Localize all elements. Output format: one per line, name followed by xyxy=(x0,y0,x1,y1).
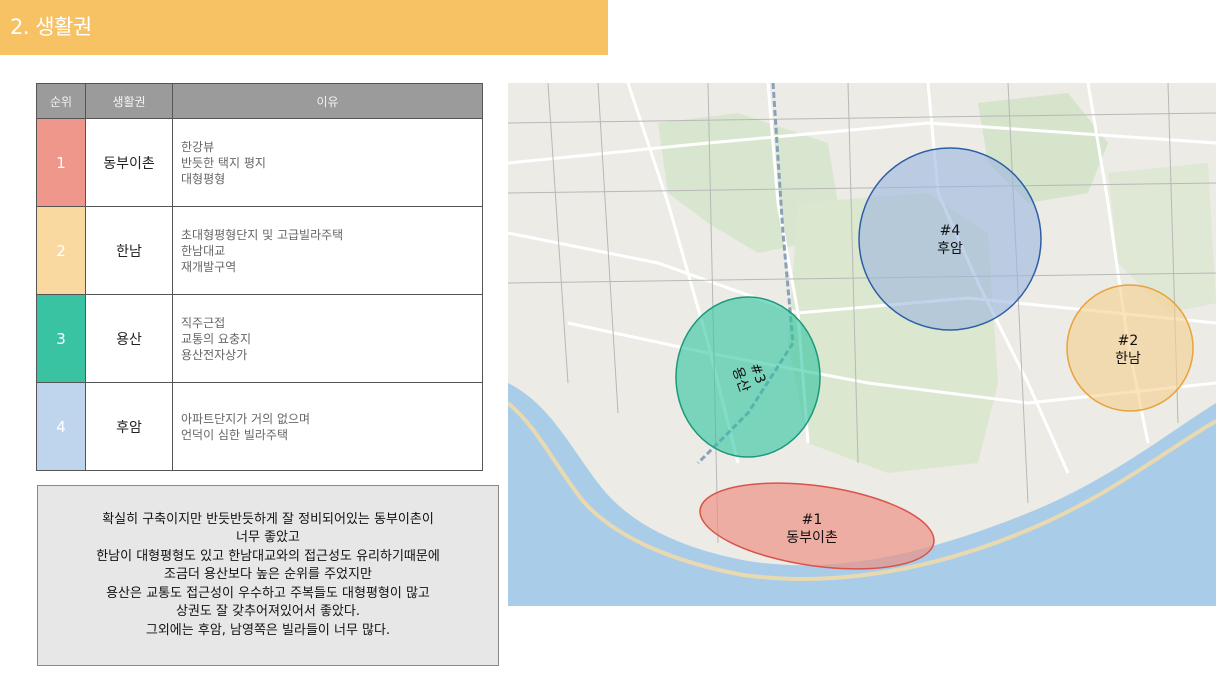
header-rank: 순위 xyxy=(36,83,86,119)
header-area: 생활권 xyxy=(85,83,173,119)
area-map[interactable]: #1 동부이촌 #2 한남 #3 용산 #4 후암 xyxy=(508,83,1216,606)
reason-cell: 초대형평형단지 및 고급빌라주택 한남대교 재개발구역 xyxy=(172,206,483,295)
table-row: 1 동부이촌 한강뷰 반듯한 택지 평지 대형평형 xyxy=(36,118,483,207)
rank-cell: 3 xyxy=(36,294,86,383)
note-line: 조금더 용산보다 높은 순위를 주었지만 xyxy=(164,567,372,583)
reason-line: 한강뷰 xyxy=(181,139,215,154)
zone-2-number: #2 xyxy=(1118,333,1139,349)
reason-line: 아파트단지가 거의 없으며 xyxy=(181,411,311,426)
zone-1-number: #1 xyxy=(802,512,823,528)
zone-4-number: #4 xyxy=(940,223,961,239)
note-line: 상권도 잘 갖추어져있어서 좋았다. xyxy=(176,604,360,620)
area-cell: 후암 xyxy=(85,382,173,471)
reason-line: 대형평형 xyxy=(181,171,226,186)
area-cell: 동부이촌 xyxy=(85,118,173,207)
header-reason: 이유 xyxy=(172,83,483,119)
area-cell: 한남 xyxy=(85,206,173,295)
table-row: 4 후암 아파트단지가 거의 없으며 언덕이 심한 빌라주택 xyxy=(36,382,483,471)
zone-4[interactable]: #4 후암 xyxy=(858,147,1042,331)
rank-cell: 2 xyxy=(36,206,86,295)
reason-cell: 한강뷰 반듯한 택지 평지 대형평형 xyxy=(172,118,483,207)
map-canvas: #1 동부이촌 #2 한남 #3 용산 #4 후암 xyxy=(508,83,1216,606)
table-header-row: 순위 생활권 이유 xyxy=(36,83,483,119)
area-cell: 용산 xyxy=(85,294,173,383)
zone-4-name: 후암 xyxy=(937,241,963,257)
reason-line: 직주근접 xyxy=(181,315,226,330)
reason-line: 언덕이 심한 빌라주택 xyxy=(181,427,288,442)
ranking-table: 순위 생활권 이유 1 동부이촌 한강뷰 반듯한 택지 평지 대형평형 2 한남… xyxy=(36,83,483,471)
rank-cell: 4 xyxy=(36,382,86,471)
note-line: 용산은 교통도 접근성이 우수하고 주복들도 대형평형이 많고 xyxy=(106,585,430,601)
zone-1-name: 동부이촌 xyxy=(786,530,838,546)
reason-line: 용산전자상가 xyxy=(181,347,248,362)
note-line: 그외에는 후암, 남영쪽은 빌라들이 너무 많다. xyxy=(145,622,391,638)
page-title: 2. 생활권 xyxy=(0,0,608,55)
reason-line: 반듯한 택지 평지 xyxy=(181,155,266,170)
reason-line: 초대형평형단지 및 고급빌라주택 xyxy=(181,227,344,242)
reason-cell: 직주근접 교통의 요충지 용산전자상가 xyxy=(172,294,483,383)
note-line: 확실히 구축이지만 반듯반듯하게 잘 정비되어있는 동부이촌이 xyxy=(102,511,434,527)
reason-line: 한남대교 xyxy=(181,243,226,258)
summary-note: 확실히 구축이지만 반듯반듯하게 잘 정비되어있는 동부이촌이 너무 좋았고 한… xyxy=(37,485,499,666)
note-line: 너무 좋았고 xyxy=(236,530,300,546)
note-line: 한남이 대형평형도 있고 한남대교와의 접근성도 유리하기때문에 xyxy=(96,548,440,564)
zone-4-circle[interactable] xyxy=(858,147,1042,331)
reason-line: 교통의 요충지 xyxy=(181,331,252,346)
zone-2[interactable]: #2 한남 xyxy=(1066,284,1194,412)
table-row: 2 한남 초대형평형단지 및 고급빌라주택 한남대교 재개발구역 xyxy=(36,206,483,295)
table-row: 3 용산 직주근접 교통의 요충지 용산전자상가 xyxy=(36,294,483,383)
rank-cell: 1 xyxy=(36,118,86,207)
reason-cell: 아파트단지가 거의 없으며 언덕이 심한 빌라주택 xyxy=(172,382,483,471)
zone-3[interactable]: #3 용산 xyxy=(675,296,821,458)
reason-line: 재개발구역 xyxy=(181,259,237,274)
zone-2-name: 한남 xyxy=(1115,351,1141,367)
